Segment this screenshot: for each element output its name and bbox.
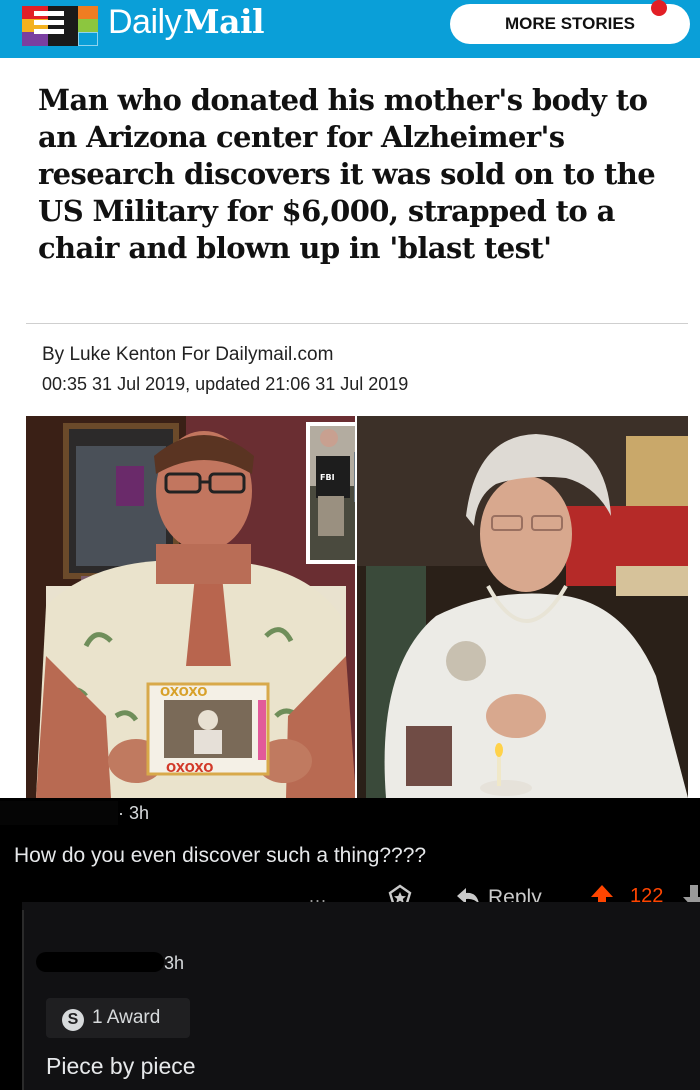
frame-text-top: OXOXO (160, 685, 207, 699)
award-label: 1 Award (92, 1007, 161, 1028)
comment-body: How do you even discover such a thing???… (14, 844, 427, 867)
award-badge[interactable]: S 1 Award (46, 998, 190, 1038)
notification-dot (651, 0, 667, 16)
photo-collage: OXOXO OXOXO FBI (26, 416, 688, 798)
logo-mail-text: Mail (183, 2, 265, 41)
article-dates: 00:35 31 Jul 2019, updated 21:06 31 Jul … (42, 374, 409, 394)
frame-text-bottom: OXOXO (166, 761, 213, 775)
dailymail-header: DailyMail MORE STORIES (0, 0, 700, 58)
comment-thread: · 3h How do you even discover such a thi… (0, 798, 700, 1090)
redacted-username (36, 952, 164, 972)
article-photo[interactable]: OXOXO OXOXO FBI (26, 416, 688, 798)
redacted-username (0, 801, 118, 825)
comment-timestamp: · 3h (118, 803, 150, 823)
logo-daily-text: Daily (108, 3, 182, 41)
article-screenshot: DailyMail MORE STORIES Man who donated h… (0, 0, 700, 798)
divider (26, 323, 688, 324)
reply-body: Piece by piece (46, 1053, 196, 1079)
silver-award-icon: S (62, 1009, 84, 1031)
article-headline[interactable]: Man who donated his mother's body to an … (38, 82, 678, 267)
menu-icon[interactable] (34, 8, 64, 42)
dailymail-logo[interactable]: DailyMail (108, 2, 265, 41)
thread-line[interactable] (22, 910, 24, 1090)
article-byline[interactable]: By Luke Kenton For Dailymail.com (42, 343, 333, 367)
fbi-text: FBI (320, 473, 335, 482)
reply-timestamp: 3h (164, 953, 185, 973)
